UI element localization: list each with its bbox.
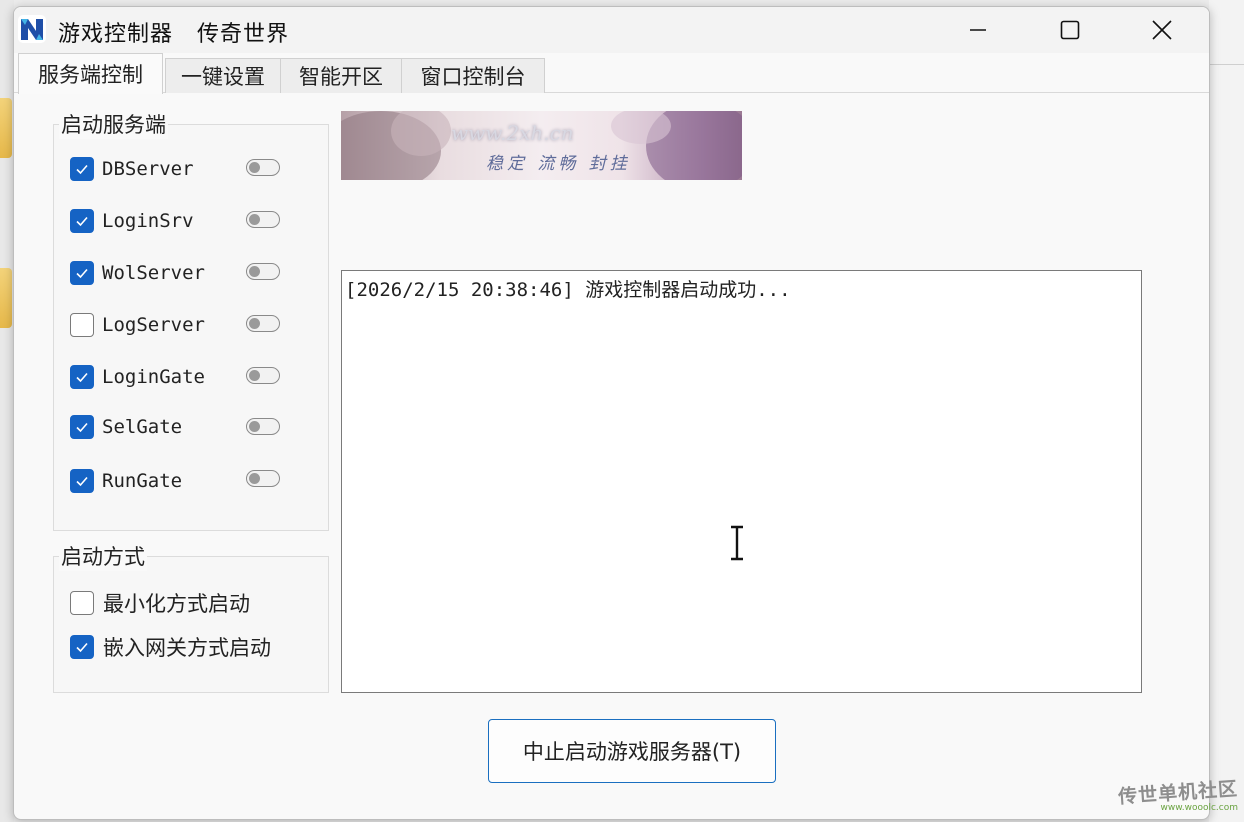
- toggle-knob: [249, 162, 260, 173]
- log-textarea[interactable]: [2026/2/15 20:38:46] 游戏控制器启动成功...: [341, 270, 1142, 693]
- toggle-knob: [249, 473, 260, 484]
- minimized-start-label: 最小化方式启动: [103, 592, 250, 616]
- log-line: [2026/2/15 20:38:46] 游戏控制器启动成功...: [345, 279, 791, 301]
- mode-row-minimized: 最小化方式启动: [70, 589, 250, 617]
- embedded-gate-label: 嵌入网关方式启动: [103, 636, 271, 660]
- server-row-loginsrv: LoginSrv: [70, 207, 194, 235]
- checkmark-icon: [76, 476, 88, 487]
- logserver-label: LogServer: [102, 314, 205, 336]
- server-row-logingate: LoginGate: [70, 363, 205, 391]
- tab-server-control[interactable]: 服务端控制: [18, 53, 163, 94]
- rungate-checkbox[interactable]: [70, 469, 94, 493]
- minimize-button[interactable]: [932, 7, 1024, 53]
- start-mode-group: [53, 556, 329, 693]
- checkmark-icon: [76, 268, 88, 279]
- tab-smart-open-zone[interactable]: 智能开区: [280, 58, 402, 93]
- maximize-button[interactable]: [1024, 7, 1116, 53]
- checkmark-icon: [76, 164, 88, 175]
- window-title: 游戏控制器 传奇世界: [58, 22, 289, 47]
- start-mode-group-title: 启动方式: [59, 541, 147, 571]
- background-divider: [1209, 64, 1244, 65]
- maximize-icon: [1060, 20, 1080, 40]
- background-window: [1209, 0, 1244, 822]
- rungate-label: RunGate: [102, 470, 183, 492]
- loginsrv-label: LoginSrv: [102, 210, 194, 232]
- banner-slogan: 稳定 流畅 封挂: [486, 154, 631, 174]
- logingate-toggle[interactable]: [246, 367, 280, 384]
- checkmark-icon: [76, 422, 88, 433]
- mode-row-embedded: 嵌入网关方式启动: [70, 633, 271, 661]
- rungate-toggle[interactable]: [246, 470, 280, 487]
- tab-one-click-setup[interactable]: 一键设置: [165, 58, 281, 93]
- game-controller-window: 游戏控制器 传奇世界 服务端控制 一键设置 智能开区 窗口控制台 启动服务端 D…: [13, 6, 1210, 820]
- server-row-logserver: LogServer: [70, 311, 205, 339]
- dbserver-toggle[interactable]: [246, 159, 280, 176]
- logserver-checkbox[interactable]: [70, 313, 94, 337]
- minimized-start-checkbox[interactable]: [70, 591, 94, 615]
- selgate-toggle[interactable]: [246, 418, 280, 435]
- close-button[interactable]: [1116, 7, 1208, 53]
- close-icon: [1152, 20, 1172, 40]
- logingate-label: LoginGate: [102, 366, 205, 388]
- folder-icon: [0, 98, 12, 158]
- wolserver-checkbox[interactable]: [70, 261, 94, 285]
- checkmark-icon: [76, 642, 88, 653]
- loginsrv-toggle[interactable]: [246, 211, 280, 228]
- server-row-rungate: RunGate: [70, 467, 182, 495]
- toggle-knob: [249, 318, 260, 329]
- banner-url: www.2xh.cn: [451, 121, 574, 145]
- stop-server-button[interactable]: 中止启动游戏服务器(T): [488, 719, 776, 783]
- toggle-knob: [249, 214, 260, 225]
- toggle-knob: [249, 370, 260, 381]
- logserver-toggle[interactable]: [246, 315, 280, 332]
- server-row-wolserver: WolServer: [70, 259, 205, 287]
- tab-window-console[interactable]: 窗口控制台: [401, 58, 545, 93]
- server-row-dbserver: DBServer: [70, 155, 194, 183]
- selgate-checkbox[interactable]: [70, 415, 94, 439]
- folder-icon: [0, 268, 12, 328]
- wolserver-label: WolServer: [102, 262, 205, 284]
- selgate-label: SelGate: [102, 416, 183, 438]
- logingate-checkbox[interactable]: [70, 365, 94, 389]
- text-cursor-icon: [731, 525, 743, 561]
- checkmark-icon: [76, 216, 88, 227]
- minimize-icon: [970, 29, 986, 31]
- watermark: 传世单机社区 www.wooolc.com: [1117, 778, 1238, 813]
- dbserver-label: DBServer: [102, 158, 194, 180]
- start-server-group-title: 启动服务端: [59, 109, 168, 139]
- loginsrv-checkbox[interactable]: [70, 209, 94, 233]
- promo-banner: www.2xh.cn 稳定 流畅 封挂: [341, 111, 742, 180]
- toggle-knob: [249, 421, 260, 432]
- embedded-gate-checkbox[interactable]: [70, 635, 94, 659]
- title-bar[interactable]: 游戏控制器 传奇世界: [14, 7, 1209, 53]
- wolserver-toggle[interactable]: [246, 263, 280, 280]
- checkmark-icon: [76, 372, 88, 383]
- app-logo-icon: [18, 15, 46, 43]
- dbserver-checkbox[interactable]: [70, 157, 94, 181]
- server-row-selgate: SelGate: [70, 413, 182, 441]
- toggle-knob: [249, 266, 260, 277]
